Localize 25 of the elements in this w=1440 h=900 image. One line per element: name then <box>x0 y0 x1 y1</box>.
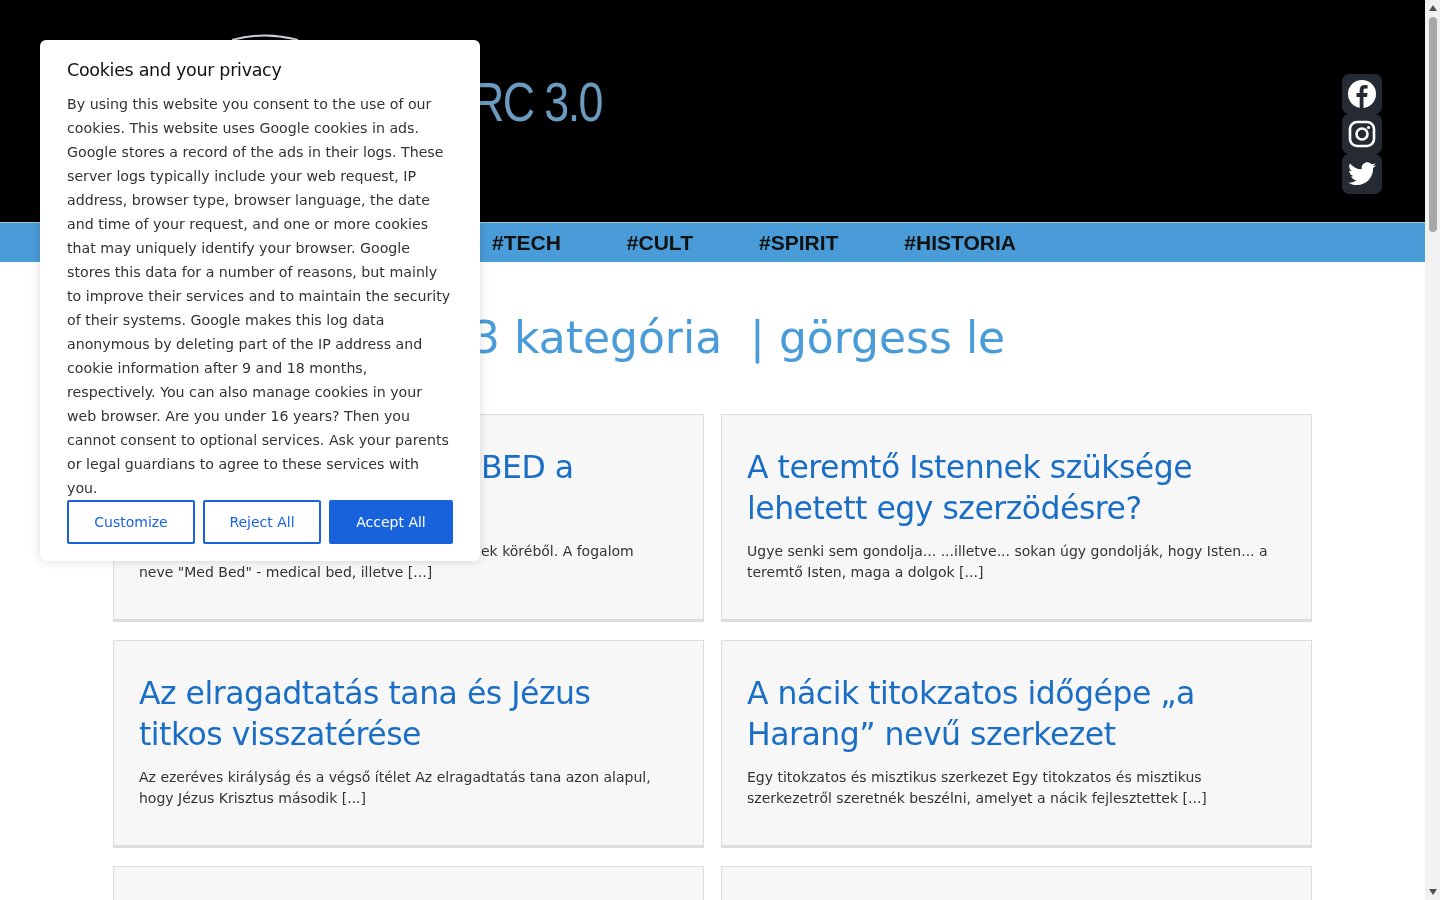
nav-link[interactable]: #HISTORIA <box>904 230 1016 255</box>
post-title-link[interactable]: A teremtő Istennek szüksége lehetett egy szerzödésre? <box>747 447 1286 529</box>
dialog-title: Cookies and your privacy <box>67 60 283 80</box>
nav-link[interactable]: #SPIRIT <box>758 230 839 255</box>
post-excerpt: neve "Med Bed" - medical bed, illetve [...] <box>139 563 434 582</box>
post-excerpt: Ugye senki sem gondolja... ...illetve... sokan úgy gondolják, hogy Isten... a teremtő Isten, maga a dolgok [...] <box>747 542 1269 582</box>
bird-icon[interactable] <box>1342 154 1382 194</box>
nav-link[interactable]: #CULT <box>626 230 693 255</box>
post-title-link[interactable]: A nácik titokzatos időgépe „a Harang” nevű szerkezet <box>747 673 1286 755</box>
scroll-down-icon[interactable] <box>1428 889 1437 895</box>
scroll-up-icon[interactable] <box>1428 5 1437 11</box>
nav-link[interactable]: #TECH <box>492 230 561 255</box>
facebook-icon[interactable] <box>1342 74 1382 114</box>
post-title-link[interactable]: Az elragadtatás tana és Jézus titkos visszatérése <box>139 673 678 755</box>
scrollbar[interactable] <box>1425 0 1440 900</box>
logo-emblem-icon <box>230 34 300 40</box>
post-excerpt: ek köréből. A fogalom <box>481 542 635 561</box>
post-excerpt: Egy titokzatos és misztikus szerkezet Egy titokzatos és misztikus szerkezetről szeretnék beszélni, amelyet a nácik fejlesztettek [...] <box>747 768 1208 808</box>
post-title-link[interactable]: BED a <box>481 447 678 529</box>
accept-button[interactable]: Accept All <box>329 500 453 544</box>
dialog-button[interactable]: Reject All <box>203 500 321 544</box>
post-excerpt: Az ezeréves királyság és a végső ítélet Az elragadtatás tana azon alapul, hogy Jézus Krisztus második [...] <box>139 768 652 808</box>
dialog-button[interactable]: Customize <box>67 500 195 544</box>
dialog-text: By using this website you consent to the use of our cookies. This website uses Google cookies in ads. Google stores a record of the ads in their logs. These server logs typically include your web request, IP address, browser type, browser language, the date and time of your request, and one or more cookies that may uniquely identify your browser. Google stores this data for a number of reasons, but mainly to improve their services and to maintain the security of their systems. Google makes this log data anonymous by deleting part of the IP address and cookie information after 9 and 18 months, respectively. You can also manage cookies in your web browser. Are you under 16 years? Then you cannot consent to optional services. Ask your parents or legal guardians to agree to these services with you. <box>67 95 452 498</box>
scrollbar-thumb[interactable] <box>1428 17 1437 232</box>
